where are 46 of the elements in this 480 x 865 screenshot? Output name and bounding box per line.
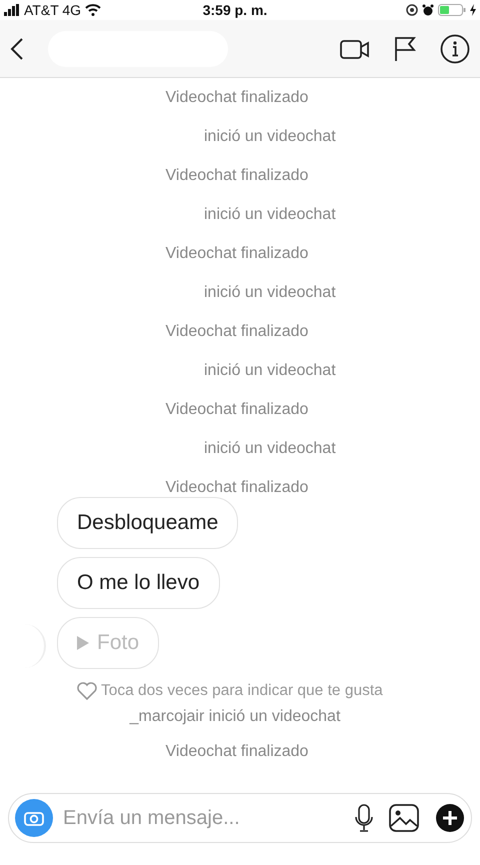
play-icon bbox=[77, 636, 89, 650]
battery-icon bbox=[438, 4, 466, 16]
microphone-icon bbox=[355, 804, 373, 832]
chat-event-text: inició un videochat bbox=[203, 205, 337, 225]
charging-icon bbox=[470, 4, 476, 16]
more-button[interactable] bbox=[435, 803, 465, 834]
carrier-label: AT&T 4G bbox=[24, 0, 82, 20]
chat-event-text: Videochat finalizado bbox=[164, 400, 310, 420]
back-button[interactable] bbox=[10, 36, 24, 60]
chat-event-text: Videochat finalizado bbox=[164, 88, 310, 108]
back-icon bbox=[10, 36, 24, 60]
chat-event-text: Videochat finalizado bbox=[164, 166, 310, 186]
message-input-field[interactable]: Envía un mensaje... bbox=[8, 793, 472, 844]
report-button[interactable] bbox=[394, 36, 416, 62]
plus-icon bbox=[435, 803, 465, 834]
voice-button[interactable] bbox=[355, 804, 373, 832]
media-message[interactable]: Foto bbox=[57, 617, 160, 669]
chat-event-text: Videochat finalizado bbox=[164, 742, 310, 762]
info-icon bbox=[440, 34, 470, 64]
flag-icon bbox=[394, 36, 416, 62]
chat-event-text: inició un videochat bbox=[203, 439, 337, 459]
image-icon bbox=[389, 804, 419, 832]
heart-icon bbox=[77, 682, 97, 700]
chat-event-text: inició un videochat bbox=[203, 361, 337, 381]
message-bubble: O me lo llevo bbox=[57, 557, 220, 609]
chat-event-text: Videochat finalizado bbox=[164, 322, 310, 342]
like-hint: Toca dos veces para indicar que te gusta bbox=[101, 681, 383, 701]
media-label: Foto bbox=[97, 630, 140, 656]
video-camera-icon bbox=[340, 38, 370, 60]
chat-event-text: Videochat finalizado bbox=[164, 244, 310, 264]
alarm-icon bbox=[422, 4, 434, 16]
camera-icon bbox=[24, 810, 44, 826]
chat-event-text: _marcojair inició un videochat bbox=[128, 707, 342, 728]
message-bubble: Desbloqueame bbox=[57, 497, 238, 549]
message-input[interactable]: Envía un mensaje... bbox=[61, 802, 347, 834]
wifi-icon bbox=[85, 4, 102, 16]
chat-event-text: Videochat finalizado bbox=[164, 478, 310, 498]
status-time: 3:59 p. m. bbox=[202, 0, 268, 20]
signal-icon bbox=[4, 4, 20, 16]
chat-event-text: inició un videochat bbox=[203, 127, 337, 147]
rotation-lock-icon bbox=[406, 4, 418, 16]
gallery-button[interactable] bbox=[389, 804, 419, 832]
camera-button[interactable] bbox=[15, 799, 53, 838]
video-call-button[interactable] bbox=[340, 38, 370, 60]
chat-event-text: inició un videochat bbox=[203, 283, 337, 303]
info-button[interactable] bbox=[440, 34, 470, 64]
